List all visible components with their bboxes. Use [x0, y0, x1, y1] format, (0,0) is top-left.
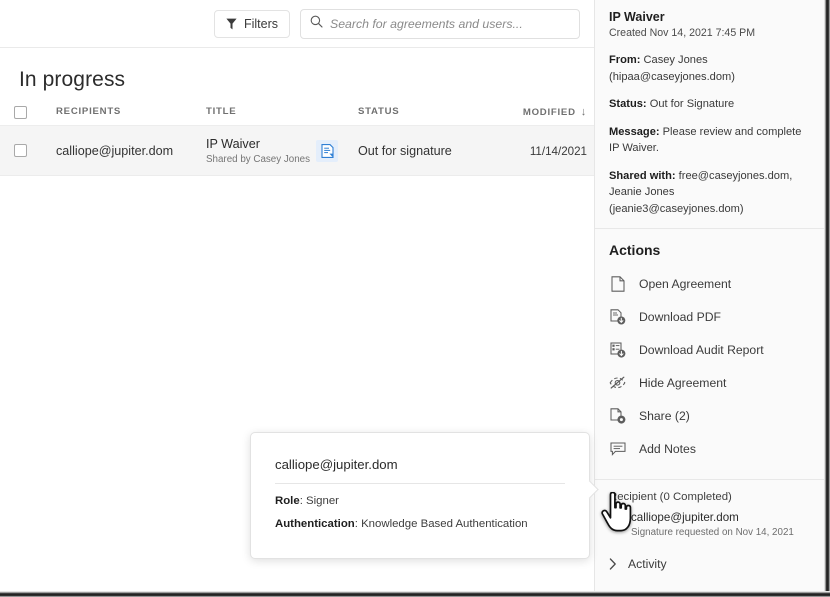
detail-created: Created Nov 14, 2021 7:45 PM	[609, 27, 756, 39]
recipient-sub: Signature requested on Nov 14, 2021	[631, 527, 794, 538]
sort-descending-icon: ↓	[580, 106, 587, 118]
recipient-item[interactable]: calliope@jupiter.dom Signature requested…	[595, 511, 824, 538]
page-title: In progress	[19, 68, 126, 91]
search-input[interactable]	[330, 16, 571, 31]
cell-modified-text: 11/14/2021	[529, 144, 587, 158]
row-checkbox[interactable]	[14, 144, 27, 157]
chevron-right-icon	[609, 558, 617, 570]
filters-label: Filters	[243, 16, 278, 31]
cell-recipient: calliope@jupiter.dom	[56, 143, 174, 158]
download-audit-report-icon	[609, 341, 626, 358]
search-icon	[310, 15, 323, 33]
column-header-status[interactable]: STATUS	[358, 106, 503, 117]
activity-label: Activity	[628, 557, 667, 571]
action-download-pdf-label: Download PDF	[639, 309, 721, 324]
tooltip-content: calliope@jupiter.dom Role: Signer Authen…	[251, 433, 589, 530]
action-share[interactable]: Share (2)	[595, 399, 824, 432]
eye-off-icon	[609, 376, 626, 389]
table-header-row: RECIPIENTS TITLE STATUS MODIFIED ↓	[0, 106, 594, 126]
actions-heading: Actions	[609, 242, 661, 258]
detail-summary: IP Waiver Created Nov 14, 2021 7:45 PM F…	[595, 0, 824, 217]
action-add-notes[interactable]: Add Notes	[595, 432, 824, 465]
column-header-recipients[interactable]: RECIPIENTS	[56, 106, 206, 117]
app-window: Filters In progress RECIPIENTS	[0, 0, 830, 597]
action-open-agreement-label: Open Agreement	[639, 276, 732, 291]
cell-modified: 11/14/2021	[503, 142, 593, 160]
window-frame-bottom	[0, 591, 830, 597]
agreement-document-icon[interactable]	[316, 139, 338, 162]
cell-doc-icon	[316, 139, 358, 162]
action-share-label: Share (2)	[639, 408, 690, 423]
action-hide-agreement[interactable]: Hide Agreement	[595, 366, 824, 399]
recipient-heading: Recipient (0 Completed)	[609, 491, 732, 503]
cell-title-text: IP Waiver	[206, 136, 260, 151]
recipient-tooltip: calliope@jupiter.dom Role: Signer Authen…	[250, 432, 599, 559]
agreements-table: RECIPIENTS TITLE STATUS MODIFIED ↓ calli…	[0, 106, 594, 176]
download-pdf-icon	[609, 308, 626, 325]
detail-shared-label: Shared with:	[609, 169, 676, 182]
detail-from-label: From:	[609, 54, 641, 66]
column-header-modified[interactable]: MODIFIED ↓	[503, 106, 593, 118]
share-icon	[609, 407, 626, 424]
recipient-info: calliope@jupiter.dom Signature requested…	[631, 511, 794, 538]
column-header-title[interactable]: TITLE	[206, 106, 316, 117]
tooltip-role: Role: Signer	[275, 495, 565, 507]
detail-message-label: Message:	[609, 125, 660, 138]
detail-title: IP Waiver	[609, 10, 665, 24]
cell-title: IP Waiver Shared by Casey Jones	[206, 137, 316, 165]
select-all-checkbox[interactable]	[14, 106, 27, 119]
tooltip-authentication: Authentication: Knowledge Based Authenti…	[275, 518, 565, 530]
toolbar: Filters	[0, 0, 594, 48]
filters-button[interactable]: Filters	[213, 9, 290, 38]
cell-status: Out for signature	[358, 143, 452, 158]
funnel-icon	[226, 18, 237, 30]
select-all-cell	[14, 106, 56, 119]
tooltip-email: calliope@jupiter.dom	[275, 457, 565, 484]
action-hide-agreement-label: Hide Agreement	[639, 375, 727, 390]
tooltip-role-label: Role	[275, 495, 300, 507]
detail-shared-with: Shared with: free@caseyjones.dom, Jeanie…	[609, 168, 810, 218]
cell-shared-by: Shared by Casey Jones	[206, 153, 311, 165]
tooltip-auth-label: Authentication	[275, 518, 355, 530]
table-row[interactable]: calliope@jupiter.dom IP Waiver Shared by…	[0, 126, 594, 176]
detail-from: From: Casey Jones (hipaa@caseyjones.dom)	[609, 52, 810, 85]
document-icon	[609, 275, 626, 292]
recipient-status-dot-icon	[609, 513, 622, 526]
window-frame-right	[824, 0, 830, 597]
column-header-modified-label: MODIFIED	[522, 106, 576, 118]
detail-status-label: Status:	[609, 98, 647, 110]
detail-status: Status: Out for Signature	[609, 96, 810, 113]
tooltip-auth-value: Knowledge Based Authentication	[361, 518, 528, 530]
row-select-cell	[14, 144, 56, 157]
detail-message: Message: Please review and complete IP W…	[609, 124, 810, 157]
recipient-email: calliope@jupiter.dom	[631, 511, 739, 524]
agreement-detail-rail: IP Waiver Created Nov 14, 2021 7:45 PM F…	[594, 0, 824, 591]
action-download-pdf[interactable]: Download PDF	[595, 300, 824, 333]
activity-section-toggle[interactable]: Activity	[595, 557, 824, 571]
comment-icon	[609, 441, 626, 456]
action-add-notes-label: Add Notes	[639, 441, 696, 456]
search-box[interactable]	[300, 8, 580, 39]
tooltip-role-value: Signer	[306, 495, 339, 507]
action-download-audit-report[interactable]: Download Audit Report	[595, 333, 824, 366]
action-download-audit-report-label: Download Audit Report	[639, 342, 764, 357]
action-open-agreement[interactable]: Open Agreement	[595, 267, 824, 300]
detail-status-value: Out for Signature	[649, 98, 735, 110]
